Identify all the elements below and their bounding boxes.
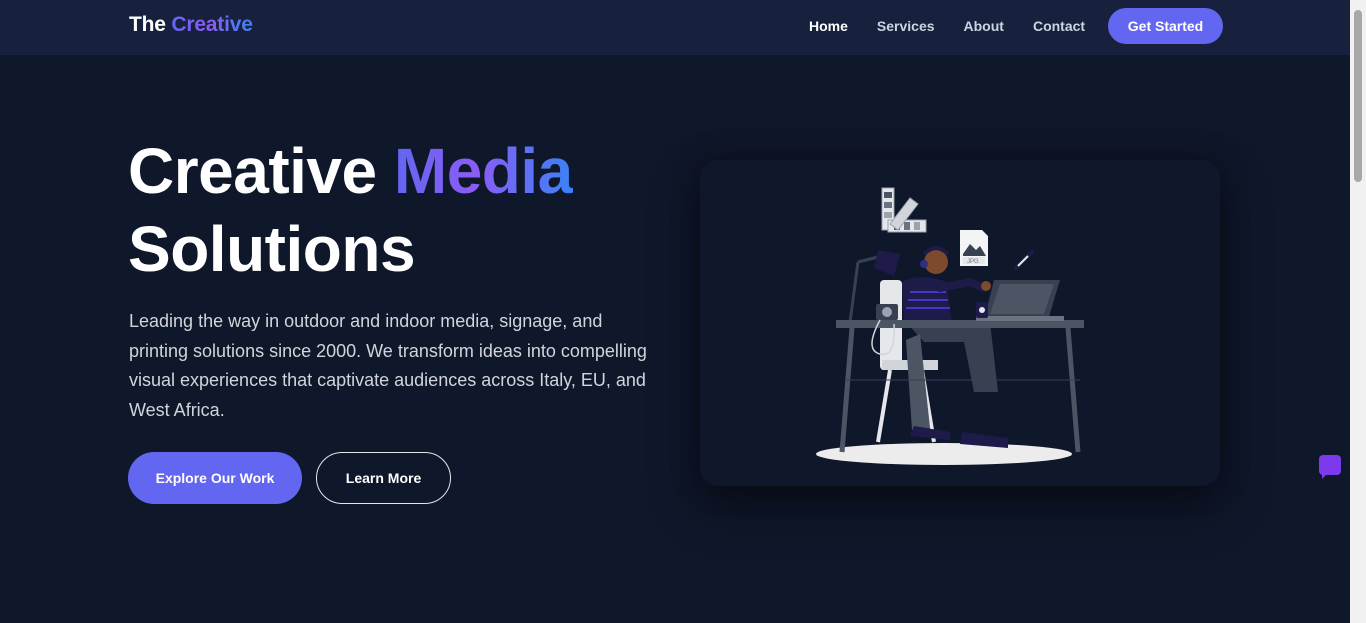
pen-icon — [1014, 250, 1034, 270]
hero-title-word2: Solutions — [128, 213, 416, 285]
nav-link-services[interactable]: Services — [877, 18, 935, 34]
brand-word-creative: Creative — [171, 13, 253, 36]
jpg-file-icon: JPG — [960, 230, 988, 266]
nav-link-contact[interactable]: Contact — [1033, 18, 1085, 34]
hero-title-word1: Creative — [128, 135, 377, 207]
page-scrollbar[interactable] — [1350, 0, 1366, 623]
hero-title: Creative Media Solutions — [128, 132, 573, 288]
camera-icon — [876, 304, 898, 320]
nav-links: Home Services About Contact — [809, 18, 1114, 34]
mug-logo — [979, 307, 985, 313]
person — [902, 246, 1008, 448]
learn-more-button[interactable]: Learn More — [316, 452, 451, 504]
chat-widget-icon[interactable] — [1319, 455, 1341, 479]
floor-shadow — [816, 443, 1072, 465]
nav-link-home[interactable]: Home — [809, 18, 848, 34]
jpg-file-label: JPG — [967, 259, 979, 265]
hero-title-highlight: Media — [393, 135, 573, 207]
nav-link-about[interactable]: About — [964, 18, 1004, 34]
get-started-button[interactable]: Get Started — [1108, 8, 1223, 44]
brand-logo[interactable]: The Creative — [129, 13, 253, 37]
color-swatch-icon — [881, 187, 927, 233]
explore-work-button[interactable]: Explore Our Work — [128, 452, 302, 504]
brand-word-the: The — [129, 13, 166, 36]
hero-description: Leading the way in outdoor and indoor me… — [129, 311, 647, 420]
navbar: The Creative Home Services About Contact… — [0, 0, 1350, 55]
designer-at-desk-illustration: JPG — [816, 187, 1084, 465]
scrollbar-thumb[interactable] — [1354, 10, 1362, 182]
